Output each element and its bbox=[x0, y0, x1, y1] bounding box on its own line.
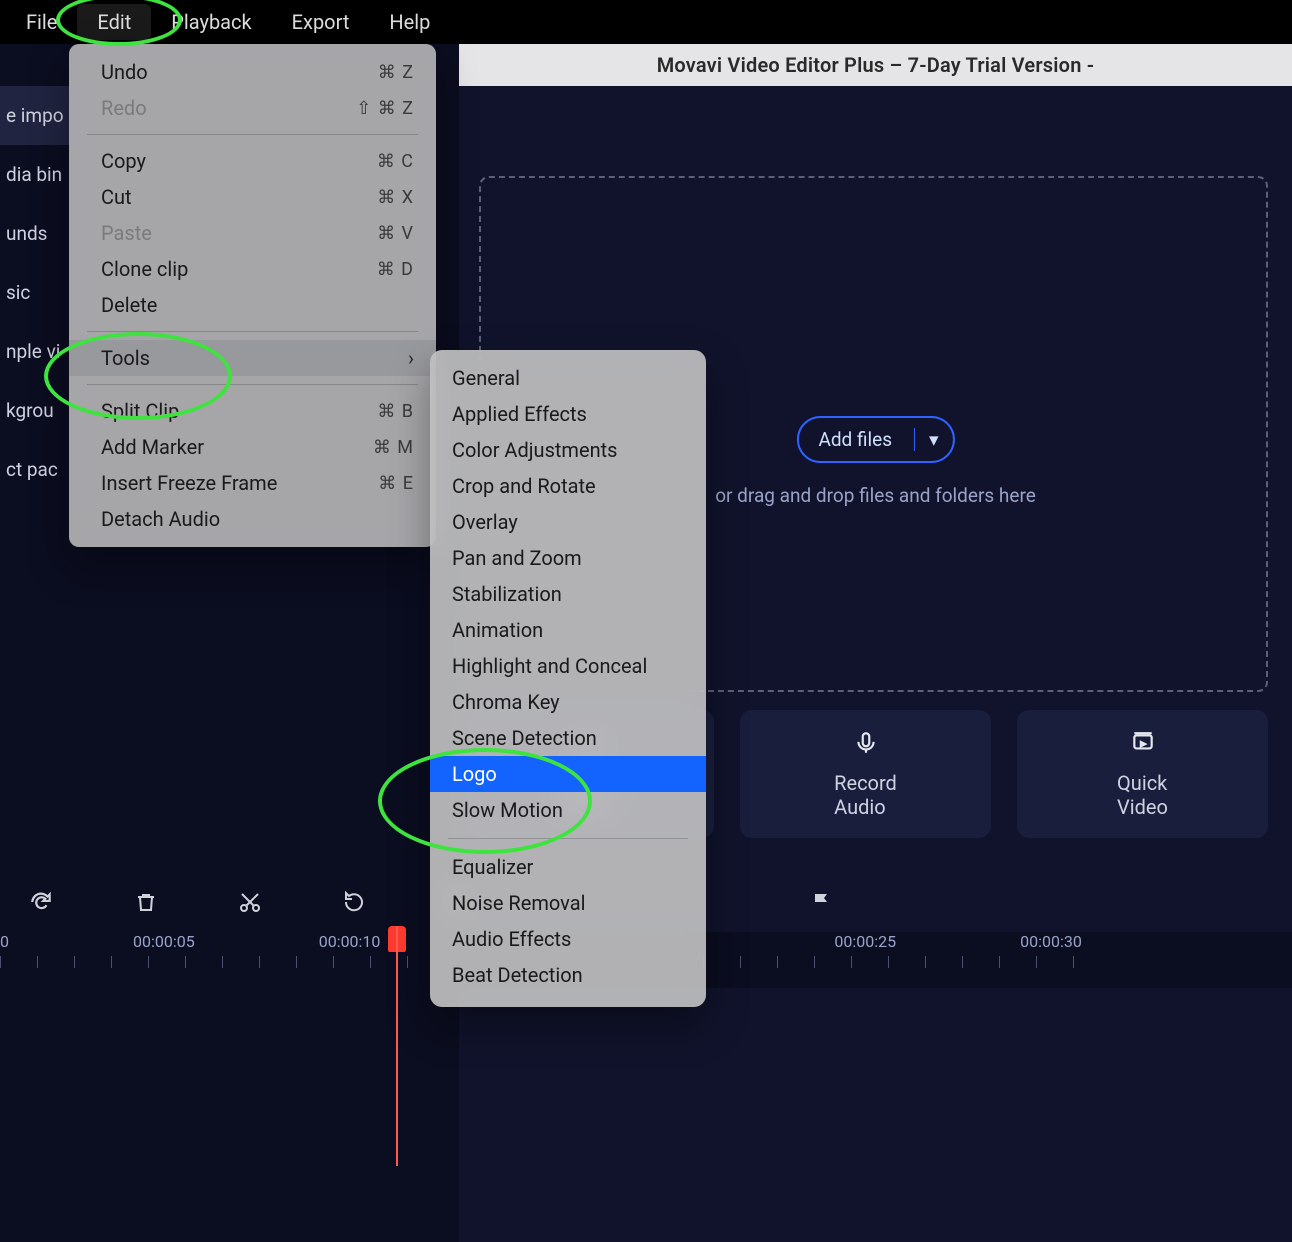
sidebar-item[interactable]: sic bbox=[0, 263, 70, 322]
timeline-playhead[interactable] bbox=[388, 926, 408, 1166]
sidebar-item[interactable]: e impo bbox=[0, 86, 70, 145]
tools-audio-effects[interactable]: Audio Effects bbox=[430, 921, 706, 957]
app-menubar: File Edit Playback Export Help bbox=[0, 0, 1292, 44]
edit-copy[interactable]: Copy⌘ C bbox=[69, 143, 436, 179]
sidebar-item[interactable]: dia bin bbox=[0, 145, 70, 204]
redo-icon[interactable] bbox=[28, 889, 54, 919]
menu-playback[interactable]: Playback bbox=[151, 4, 271, 40]
tools-submenu: General Applied Effects Color Adjustment… bbox=[430, 350, 706, 1007]
sidebar-item[interactable]: nple vi bbox=[0, 322, 70, 381]
tools-general[interactable]: General bbox=[430, 360, 706, 396]
edit-clone-clip[interactable]: Clone clip⌘ D bbox=[69, 251, 436, 287]
edit-paste[interactable]: Paste⌘ V bbox=[69, 215, 436, 251]
edit-menu-dropdown: Undo⌘ Z Redo⇧ ⌘ Z Copy⌘ C Cut⌘ X Paste⌘ … bbox=[69, 44, 436, 547]
edit-add-marker[interactable]: Add Marker⌘ M bbox=[69, 429, 436, 465]
action-label: QuickVideo bbox=[1117, 771, 1168, 819]
scissors-icon[interactable] bbox=[238, 890, 262, 918]
add-files-button[interactable]: Add files ▾ bbox=[796, 416, 954, 463]
flag-icon[interactable] bbox=[810, 890, 834, 918]
add-files-wrap: Add files ▾ bbox=[796, 416, 954, 463]
tools-chroma-key[interactable]: Chroma Key bbox=[430, 684, 706, 720]
sidebar-item[interactable]: unds bbox=[0, 204, 70, 263]
record-audio-card[interactable]: RecordAudio bbox=[740, 710, 991, 838]
trash-icon[interactable] bbox=[134, 890, 158, 918]
menu-separator bbox=[87, 384, 418, 385]
edit-detach-audio[interactable]: Detach Audio bbox=[69, 501, 436, 537]
tools-highlight-and-conceal[interactable]: Highlight and Conceal bbox=[430, 648, 706, 684]
edit-tools[interactable]: Tools› bbox=[69, 340, 436, 376]
quick-video-card[interactable]: QuickVideo bbox=[1017, 710, 1268, 838]
tools-animation[interactable]: Animation bbox=[430, 612, 706, 648]
ruler-label: 00:00:10 bbox=[319, 932, 381, 951]
tools-stabilization[interactable]: Stabilization bbox=[430, 576, 706, 612]
rotate-icon[interactable] bbox=[342, 890, 366, 918]
ruler-label: 00:00:25 bbox=[834, 932, 896, 951]
menu-export[interactable]: Export bbox=[272, 4, 370, 40]
action-label: RecordAudio bbox=[834, 771, 897, 819]
tools-crop-and-rotate[interactable]: Crop and Rotate bbox=[430, 468, 706, 504]
ruler-label: 00:00:30 bbox=[1020, 932, 1082, 951]
window-title: Movavi Video Editor Plus – 7-Day Trial V… bbox=[459, 44, 1292, 86]
menu-separator bbox=[87, 134, 418, 135]
left-sidebar: e impo dia bin unds sic nple vi kgrou ct… bbox=[0, 86, 70, 499]
add-files-label: Add files bbox=[818, 428, 892, 451]
tools-color-adjustments[interactable]: Color Adjustments bbox=[430, 432, 706, 468]
tools-slow-motion[interactable]: Slow Motion bbox=[430, 792, 706, 828]
ruler-label: 00:00:05 bbox=[133, 932, 195, 951]
edit-split-clip[interactable]: Split Clip⌘ B bbox=[69, 393, 436, 429]
edit-undo[interactable]: Undo⌘ Z bbox=[69, 54, 436, 90]
tools-equalizer[interactable]: Equalizer bbox=[430, 849, 706, 885]
tools-pan-and-zoom[interactable]: Pan and Zoom bbox=[430, 540, 706, 576]
edit-insert-freeze-frame[interactable]: Insert Freeze Frame⌘ E bbox=[69, 465, 436, 501]
tools-applied-effects[interactable]: Applied Effects bbox=[430, 396, 706, 432]
menu-separator bbox=[448, 838, 688, 839]
edit-redo[interactable]: Redo⇧ ⌘ Z bbox=[69, 90, 436, 126]
sidebar-item[interactable]: kgrou bbox=[0, 381, 70, 440]
edit-cut[interactable]: Cut⌘ X bbox=[69, 179, 436, 215]
ruler-label: 0 bbox=[0, 932, 9, 951]
dropzone-hint: or drag and drop files and folders here bbox=[715, 484, 1036, 507]
sidebar-item[interactable]: ct pac bbox=[0, 440, 70, 499]
menu-edit[interactable]: Edit bbox=[77, 4, 151, 40]
tools-beat-detection[interactable]: Beat Detection bbox=[430, 957, 706, 993]
microphone-icon bbox=[853, 730, 879, 761]
menu-separator bbox=[87, 331, 418, 332]
menu-help[interactable]: Help bbox=[369, 4, 450, 40]
menu-file[interactable]: File bbox=[6, 4, 77, 40]
chevron-down-icon[interactable]: ▾ bbox=[914, 428, 939, 451]
chevron-right-icon: › bbox=[408, 346, 414, 370]
tools-noise-removal[interactable]: Noise Removal bbox=[430, 885, 706, 921]
tools-scene-detection[interactable]: Scene Detection bbox=[430, 720, 706, 756]
screen-icon bbox=[1130, 730, 1156, 761]
tools-logo[interactable]: Logo bbox=[430, 756, 706, 792]
tools-overlay[interactable]: Overlay bbox=[430, 504, 706, 540]
edit-delete[interactable]: Delete bbox=[69, 287, 436, 323]
